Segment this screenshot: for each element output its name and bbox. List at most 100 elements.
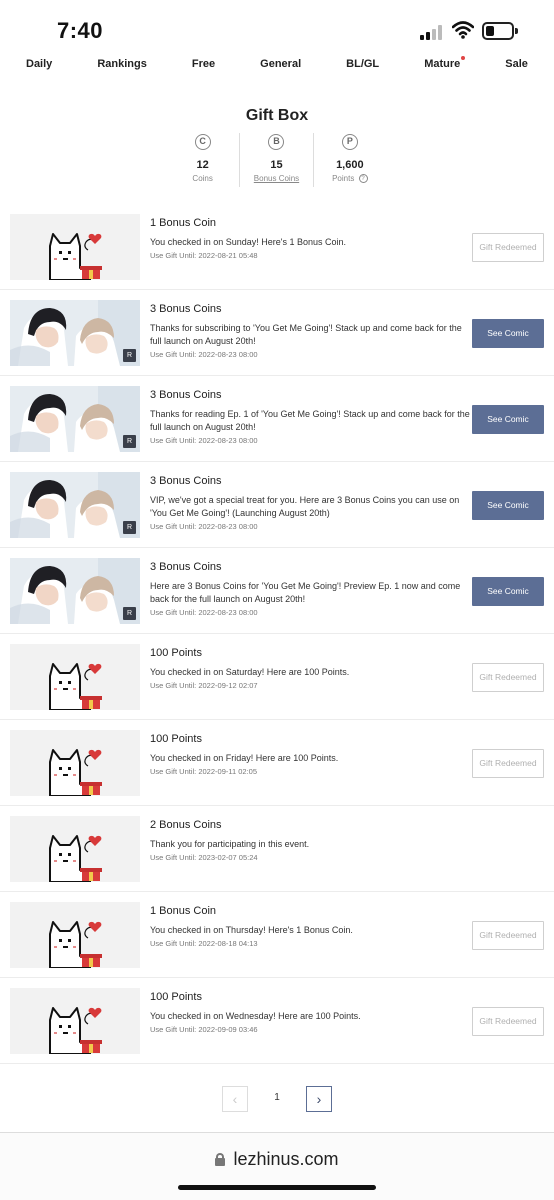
gift-redeemed-button: Gift Redeemed <box>472 663 544 692</box>
stat-coins: C 12 Coins <box>166 133 239 187</box>
gift-description: You checked in on Sunday! Here's 1 Bonus… <box>150 237 347 247</box>
gift-item: 100 Points You checked in on Friday! Here… <box>0 720 554 806</box>
gift-expiry-date: Use Gift Until: 2022-08-21 05:48 <box>150 251 258 260</box>
gift-expiry-date: Use Gift Until: 2022-08-23 08:00 <box>150 608 258 617</box>
comic-thumbnail[interactable]: R <box>10 558 140 624</box>
nav-item-free[interactable]: Free <box>192 58 215 78</box>
gift-item: R 3 Bonus Coins Here are 3 Bonus Coins for… <box>0 548 554 634</box>
status-bar: 7:40 <box>0 0 554 56</box>
gift-description: VIP, we've got a special treat for you. … <box>150 495 460 518</box>
gift-list: 1 Bonus Coin You checked in on Sunday! He… <box>0 204 554 1064</box>
see-comic-button[interactable]: See Comic <box>472 491 544 520</box>
mascot-thumbnail <box>10 644 140 710</box>
gift-expiry-date: Use Gift Until: 2022-08-23 08:00 <box>150 436 258 445</box>
stat-label: Points ? <box>314 174 386 184</box>
gift-description: You checked in on Thursday! Here's 1 Bon… <box>150 925 353 935</box>
gift-expiry-date: Use Gift Until: 2022-09-09 03:46 <box>150 1025 258 1034</box>
gift-description: You checked in on Friday! Here are 100 P… <box>150 753 339 763</box>
gift-item: 1 Bonus Coin You checked in on Thursday! … <box>0 892 554 978</box>
comic-thumbnail[interactable]: R <box>10 472 140 538</box>
stat-label: Coins <box>192 174 213 183</box>
url-display[interactable]: lezhinus.com <box>0 1149 554 1170</box>
stat-points: P 1,600 Points ? <box>312 133 386 187</box>
gift-item: 1 Bonus Coin You checked in on Sunday! He… <box>0 204 554 290</box>
previous-page-button[interactable]: ‹ <box>222 1086 248 1112</box>
gift-description: Thanks for subscribing to 'You Get Me Go… <box>150 323 462 346</box>
gift-expiry-date: Use Gift Until: 2022-08-23 08:00 <box>150 350 258 359</box>
nav-item-rankings[interactable]: Rankings <box>97 58 147 78</box>
lock-icon <box>215 1153 226 1166</box>
help-icon[interactable]: ? <box>358 174 368 184</box>
top-nav: Daily Rankings Free General BL/GL Mature… <box>0 56 554 78</box>
rating-badge: R <box>123 435 136 448</box>
gift-expiry-date: Use Gift Until: 2022-08-23 08:00 <box>150 522 258 531</box>
browser-url-bar: lezhinus.com <box>0 1132 554 1200</box>
gift-item: 2 Bonus Coins Thank you for participating… <box>0 806 554 892</box>
see-comic-button[interactable]: See Comic <box>472 405 544 434</box>
mascot-thumbnail <box>10 214 140 280</box>
gift-item: R 3 Bonus Coins Thanks for reading Ep. 1 o… <box>0 376 554 462</box>
wifi-icon <box>451 21 475 39</box>
gift-title: 3 Bonus Coins <box>150 475 222 487</box>
gift-redeemed-button: Gift Redeemed <box>472 921 544 950</box>
new-indicator-dot <box>461 56 466 60</box>
url-text: lezhinus.com <box>233 1149 339 1169</box>
mascot-thumbnail <box>10 988 140 1054</box>
mascot-thumbnail <box>10 902 140 968</box>
gift-title: 100 Points <box>150 991 202 1003</box>
gift-expiry-date: Use Gift Until: 2022-09-11 02:05 <box>150 767 258 776</box>
see-comic-button[interactable]: See Comic <box>472 577 544 606</box>
gift-item: 100 Points You checked in on Saturday! He… <box>0 634 554 720</box>
gift-title: 100 Points <box>150 647 202 659</box>
mascot-thumbnail <box>10 816 140 882</box>
home-indicator <box>178 1185 376 1190</box>
pagination: ‹ 1 › <box>222 1086 332 1112</box>
gift-title: 1 Bonus Coin <box>150 905 217 917</box>
nav-item-general[interactable]: General <box>260 58 301 78</box>
rating-badge: R <box>123 521 136 534</box>
battery-icon <box>482 22 518 40</box>
gift-redeemed-button: Gift Redeemed <box>472 749 544 778</box>
gift-redeemed-button: Gift Redeemed <box>472 1007 544 1036</box>
gift-description: You checked in on Saturday! Here are 100… <box>150 667 350 677</box>
bonus-coins-link[interactable]: Bonus Coins <box>240 174 312 183</box>
gift-item: R 3 Bonus Coins VIP, we've got a special t… <box>0 462 554 548</box>
mascot-thumbnail <box>10 730 140 796</box>
gift-title: 3 Bonus Coins <box>150 303 222 315</box>
gift-item: R 3 Bonus Coins Thanks for subscribing to … <box>0 290 554 376</box>
see-comic-button[interactable]: See Comic <box>472 319 544 348</box>
gift-expiry-date: Use Gift Until: 2022-08-18 04:13 <box>150 939 258 948</box>
comic-thumbnail[interactable]: R <box>10 386 140 452</box>
next-page-button[interactable]: › <box>306 1086 332 1112</box>
gift-title: 1 Bonus Coin <box>150 217 217 229</box>
page-title: Gift Box <box>245 107 309 124</box>
nav-item-mature[interactable]: Mature <box>424 56 466 78</box>
stat-value: 12 <box>196 159 209 171</box>
gift-description: You checked in on Wednesday! Here are 10… <box>150 1011 361 1021</box>
coin-icon: C <box>194 134 211 150</box>
cellular-signal-icon <box>420 24 444 40</box>
gift-description: Here are 3 Bonus Coins for 'You Get Me G… <box>150 581 461 604</box>
gift-expiry-date: Use Gift Until: 2022-09-12 02:07 <box>150 681 258 690</box>
gift-description: Thank you for participating in this even… <box>150 839 310 849</box>
gift-item: 100 Points You checked in on Wednesday! H… <box>0 978 554 1064</box>
current-page-number[interactable]: 1 <box>270 1092 284 1103</box>
nav-item-bl-gl[interactable]: BL/GL <box>346 58 379 78</box>
gift-redeemed-button: Gift Redeemed <box>472 233 544 262</box>
gift-description: Thanks for reading Ep. 1 of 'You Get Me … <box>150 409 470 432</box>
gift-title: 2 Bonus Coins <box>150 819 222 831</box>
points-label: Points <box>332 174 355 183</box>
nav-item-daily[interactable]: Daily <box>26 58 52 78</box>
nav-item-mature-label: Mature <box>424 58 461 70</box>
gift-expiry-date: Use Gift Until: 2023-02-07 05:24 <box>150 853 258 862</box>
stat-value: 15 <box>270 159 283 171</box>
stat-value: 1,600 <box>336 159 364 171</box>
status-time: 7:40 <box>57 18 104 43</box>
rating-badge: R <box>123 349 136 362</box>
point-icon: P <box>341 134 358 150</box>
stat-bonus-coins: B 15 Bonus Coins <box>239 133 312 187</box>
rating-badge: R <box>123 607 136 620</box>
nav-item-sale[interactable]: Sale <box>505 58 528 78</box>
comic-thumbnail[interactable]: R <box>10 300 140 366</box>
bonus-coin-icon: B <box>268 134 285 150</box>
